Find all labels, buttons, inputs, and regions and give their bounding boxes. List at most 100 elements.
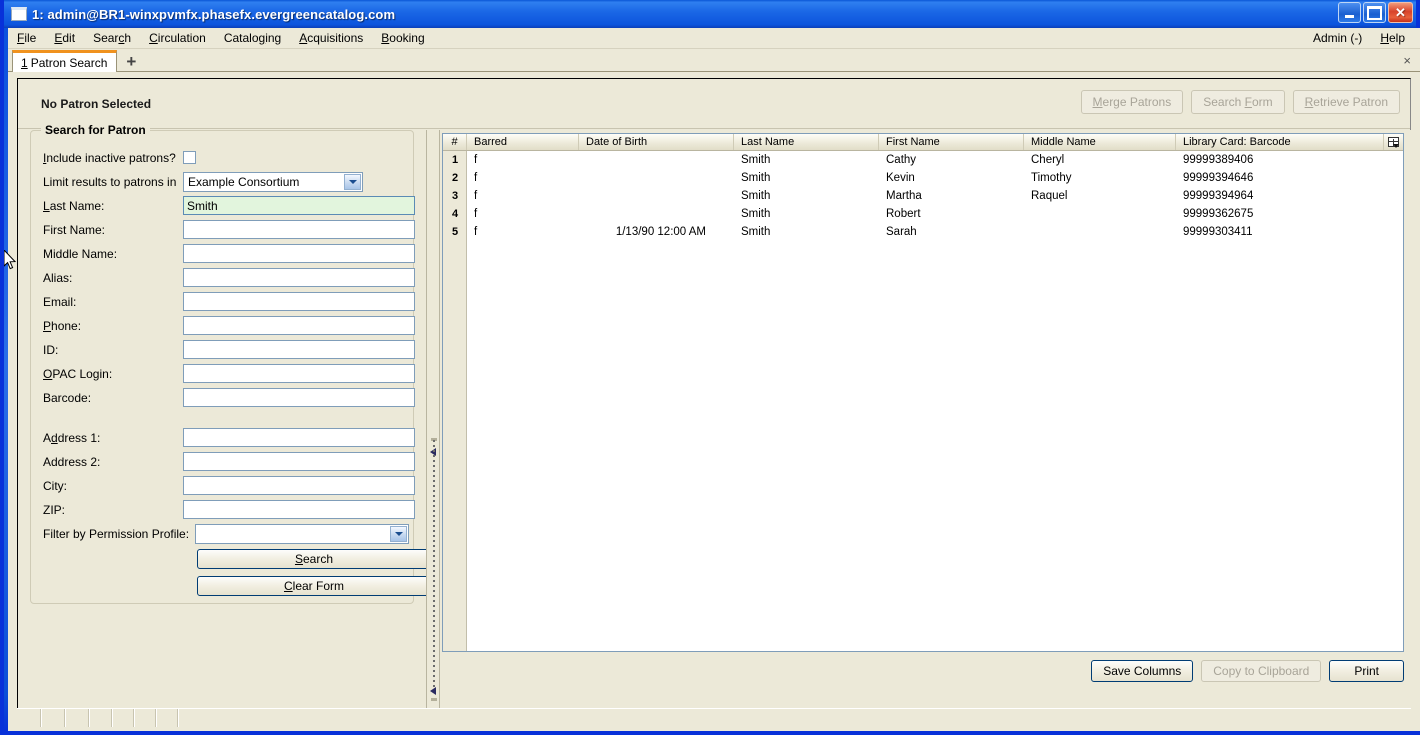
cell-last-name: Smith xyxy=(741,226,771,238)
opac-login-label: OPAC Login: xyxy=(43,366,113,381)
alias-input[interactable] xyxy=(183,268,415,287)
column-header-number[interactable]: # xyxy=(443,134,467,150)
save-columns-button[interactable]: Save Columns xyxy=(1091,660,1194,682)
column-header-first-name[interactable]: First Name xyxy=(879,134,1024,150)
application-window: 1: admin@BR1-winxpvmfx.phasefx.evergreen… xyxy=(0,0,1420,735)
window-title: 1: admin@BR1-winxpvmfx.phasefx.evergreen… xyxy=(32,6,396,22)
close-tab-button[interactable]: × xyxy=(1403,53,1411,68)
id-input[interactable] xyxy=(183,340,415,359)
include-inactive-patrons-checkbox[interactable] xyxy=(183,151,196,164)
status-cell-main xyxy=(179,709,1411,727)
field-row-address2: Address 2: xyxy=(43,451,415,472)
zip-input[interactable] xyxy=(183,500,415,519)
table-row[interactable]: 2 f Smith Kevin Timothy 99999394646 xyxy=(443,169,1403,187)
phone-input[interactable] xyxy=(183,316,415,335)
tab-patron-search[interactable]: 1 Patron Search xyxy=(12,50,118,72)
results-grid-body: 1 f Smith Cathy Cheryl 99999389406 2 f S… xyxy=(443,151,1403,651)
column-header-library-card[interactable]: Library Card: Barcode xyxy=(1176,134,1384,150)
address1-label: Address 1: xyxy=(43,430,101,445)
menu-admin[interactable]: Admin (-) xyxy=(1304,29,1371,47)
permission-profile-select[interactable] xyxy=(195,523,409,544)
include-inactive-label: Include inactive patrons? xyxy=(43,150,176,165)
retrieve-patron-button[interactable]: Retrieve Patron xyxy=(1292,90,1400,114)
barcode-input[interactable] xyxy=(183,388,415,407)
menu-cataloging[interactable]: Cataloging xyxy=(215,29,290,47)
cell-first-name: Cathy xyxy=(886,154,917,166)
city-input[interactable] xyxy=(183,476,415,495)
pane-splitter[interactable] xyxy=(426,130,440,722)
splitter-collapse-right-arrow[interactable] xyxy=(430,686,438,695)
first-name-input[interactable] xyxy=(183,220,415,239)
menu-booking[interactable]: Booking xyxy=(372,29,433,47)
chevron-down-icon[interactable] xyxy=(390,525,407,542)
field-row-permission-profile: Filter by Permission Profile: xyxy=(43,523,415,544)
address2-label: Address 2: xyxy=(43,454,101,469)
search-button[interactable]: Search xyxy=(197,549,431,569)
menu-file[interactable]: File xyxy=(8,29,45,47)
menu-search[interactable]: Search xyxy=(84,29,140,47)
chevron-down-icon[interactable] xyxy=(344,173,361,190)
new-tab-button[interactable]: + xyxy=(126,53,136,70)
cell-middle-name xyxy=(1024,223,1176,241)
cell-first-name: Kevin xyxy=(886,172,915,184)
table-row[interactable]: 1 f Smith Cathy Cheryl 99999389406 xyxy=(443,151,1403,169)
search-pane: Search for Patron Include inactive patro… xyxy=(18,123,431,722)
table-row[interactable]: 4 f Smith Robert 99999362675 xyxy=(443,205,1403,223)
cell-row-number: 5 xyxy=(451,226,459,238)
clear-form-button[interactable]: Clear Form xyxy=(197,576,431,596)
tab-label: Patron Search xyxy=(30,55,108,70)
table-row[interactable]: 5 f 1/13/90 12:00 AM Smith Sarah 9999930… xyxy=(443,223,1403,241)
copy-to-clipboard-button[interactable]: Copy to Clipboard xyxy=(1201,660,1322,682)
limit-results-select[interactable]: Example Consortium xyxy=(183,171,363,192)
cell-barred: f xyxy=(474,172,478,184)
cell-dob xyxy=(579,205,734,223)
splitter-grip[interactable] xyxy=(433,440,435,690)
cell-first-name: Robert xyxy=(886,208,921,220)
last-name-input[interactable] xyxy=(183,196,415,215)
column-header-barred[interactable]: Barred xyxy=(467,134,579,150)
column-header-middle-name[interactable]: Middle Name xyxy=(1024,134,1176,150)
minimize-button[interactable] xyxy=(1338,2,1361,23)
status-cell-4 xyxy=(90,709,113,727)
opac-login-input[interactable] xyxy=(183,364,415,383)
window-controls xyxy=(1338,2,1413,23)
cell-middle-name: Timothy xyxy=(1031,172,1072,184)
table-row[interactable]: 3 f Smith Martha Raquel 99999394964 xyxy=(443,187,1403,205)
field-row-zip: ZIP: xyxy=(43,499,415,520)
cell-barred: f xyxy=(474,154,478,166)
column-header-dob[interactable]: Date of Birth xyxy=(579,134,734,150)
menu-bar: File Edit Search Circulation Cataloging … xyxy=(8,28,1420,49)
splitter-tick-bottom xyxy=(431,698,437,701)
merge-patrons-button[interactable]: Merge Patrons xyxy=(1080,90,1184,114)
window-icon xyxy=(11,7,27,21)
cell-row-number: 4 xyxy=(451,208,459,220)
tab-number: 1 xyxy=(21,55,28,70)
print-button[interactable]: Print xyxy=(1329,660,1404,682)
menu-acquisitions[interactable]: Acquisitions xyxy=(290,29,372,47)
field-row-alias: Alias: xyxy=(43,267,415,288)
middle-name-input[interactable] xyxy=(183,244,415,263)
menu-bar-right: Admin (-) Help xyxy=(1304,29,1420,47)
email-input[interactable] xyxy=(183,292,415,311)
menu-edit[interactable]: Edit xyxy=(45,29,84,47)
cell-last-name: Smith xyxy=(741,172,771,184)
address1-input[interactable] xyxy=(183,428,415,447)
close-button[interactable] xyxy=(1388,2,1413,23)
cell-dob xyxy=(579,151,734,169)
cell-middle-name: Cheryl xyxy=(1031,154,1065,166)
column-picker-button[interactable] xyxy=(1384,134,1403,150)
cell-barcode: 99999394964 xyxy=(1183,190,1254,202)
maximize-button[interactable] xyxy=(1363,2,1386,23)
search-form-button[interactable]: Search Form xyxy=(1191,90,1285,114)
column-header-last-name[interactable]: Last Name xyxy=(734,134,879,150)
cell-barred: f xyxy=(474,208,478,220)
zip-label: ZIP: xyxy=(43,502,66,517)
address2-input[interactable] xyxy=(183,452,415,471)
menu-help[interactable]: Help xyxy=(1371,29,1414,47)
id-label: ID: xyxy=(43,342,59,357)
field-row-middle-name: Middle Name: xyxy=(43,243,415,264)
cell-dob xyxy=(579,187,734,205)
search-fieldset-legend: Search for Patron xyxy=(41,123,150,137)
menu-circulation[interactable]: Circulation xyxy=(140,29,215,47)
barcode-label: Barcode: xyxy=(43,390,92,405)
